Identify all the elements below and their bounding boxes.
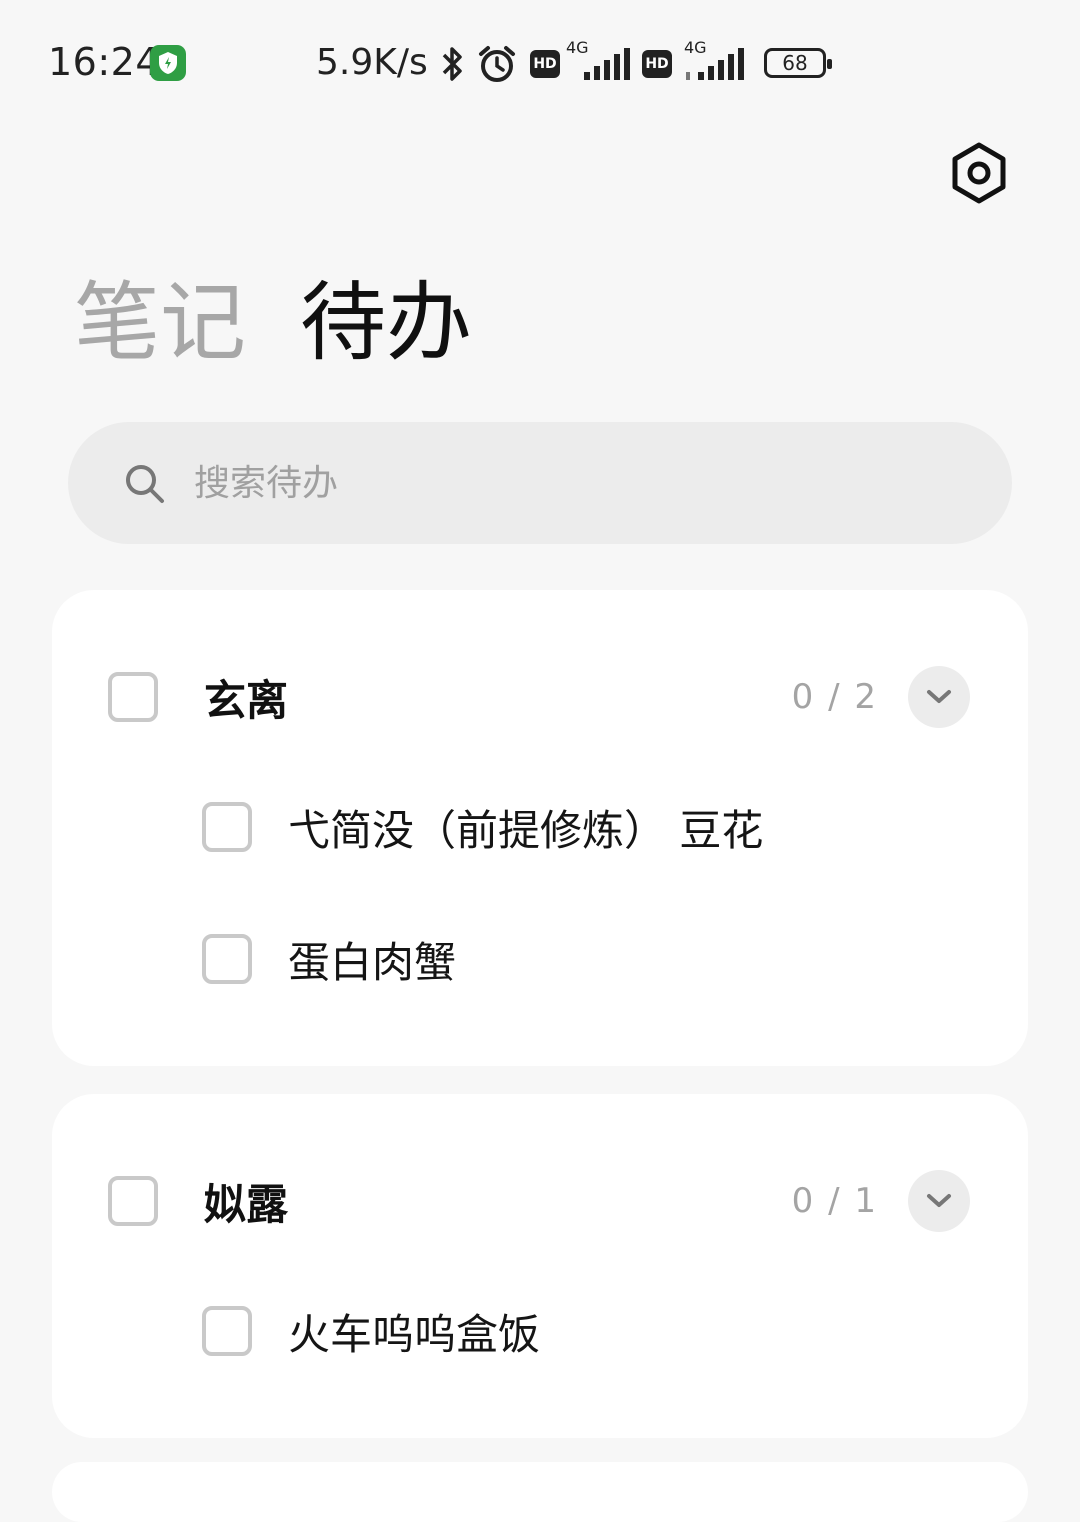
tab-notes[interactable]: 笔记	[74, 280, 246, 366]
group-progress-count: 0 / 1	[791, 1181, 878, 1221]
todo-item-checkbox[interactable]	[202, 802, 252, 852]
app-shield-icon	[150, 45, 186, 81]
todo-group-card: 姒露 0 / 1 火车呜呜盒饭	[52, 1094, 1028, 1438]
battery-icon: 68	[764, 48, 832, 78]
settings-hexagon-icon	[952, 142, 1006, 204]
todo-item-label: 火车呜呜盒饭	[288, 1309, 541, 1359]
todo-group-card	[52, 1462, 1028, 1522]
search-input[interactable]	[192, 461, 792, 505]
tab-todo[interactable]: 待办	[300, 280, 472, 366]
alarm-icon	[476, 44, 518, 84]
group-checkbox[interactable]	[108, 1176, 158, 1226]
group-header[interactable]: 玄离 0 / 2	[52, 652, 1028, 742]
hd-icon: HD	[530, 44, 560, 84]
search-icon	[122, 461, 166, 505]
group-header[interactable]: 姒露 0 / 1	[52, 1156, 1028, 1246]
collapse-button[interactable]	[908, 666, 970, 728]
group-checkbox[interactable]	[108, 672, 158, 722]
bluetooth-icon	[440, 44, 466, 84]
chevron-down-icon	[927, 690, 951, 703]
network-speed: 5.9K/s	[316, 42, 428, 83]
group-title: 玄离	[204, 675, 289, 725]
signal-icon: 4G	[684, 38, 748, 84]
todo-item[interactable]: 蛋白肉蟹	[202, 914, 1002, 1004]
signal-icon: 4G	[566, 38, 630, 84]
todo-item[interactable]: 火车呜呜盒饭	[202, 1286, 1002, 1376]
group-title: 姒露	[204, 1179, 289, 1229]
search-bar[interactable]	[68, 422, 1012, 544]
todo-item-label: 弋简没（前提修炼） 豆花	[288, 805, 764, 855]
hd-icon: HD	[642, 44, 672, 84]
todo-item[interactable]: 弋简没（前提修炼） 豆花	[202, 782, 1002, 872]
header-tabs: 笔记 待办	[74, 268, 472, 378]
todo-item-checkbox[interactable]	[202, 934, 252, 984]
collapse-button[interactable]	[908, 1170, 970, 1232]
todo-item-checkbox[interactable]	[202, 1306, 252, 1356]
todo-item-label: 蛋白肉蟹	[288, 937, 457, 987]
todo-group-card: 玄离 0 / 2 弋简没（前提修炼） 豆花 蛋白肉蟹	[52, 590, 1028, 1066]
status-time: 16:24	[48, 40, 161, 84]
battery-level: 68	[782, 51, 808, 75]
group-progress-count: 0 / 2	[791, 677, 878, 717]
chevron-down-icon	[927, 1194, 951, 1207]
status-bar: 16:24 5.9K/s HD 4G HD 4G 68	[0, 0, 1080, 130]
settings-button[interactable]	[946, 140, 1012, 206]
